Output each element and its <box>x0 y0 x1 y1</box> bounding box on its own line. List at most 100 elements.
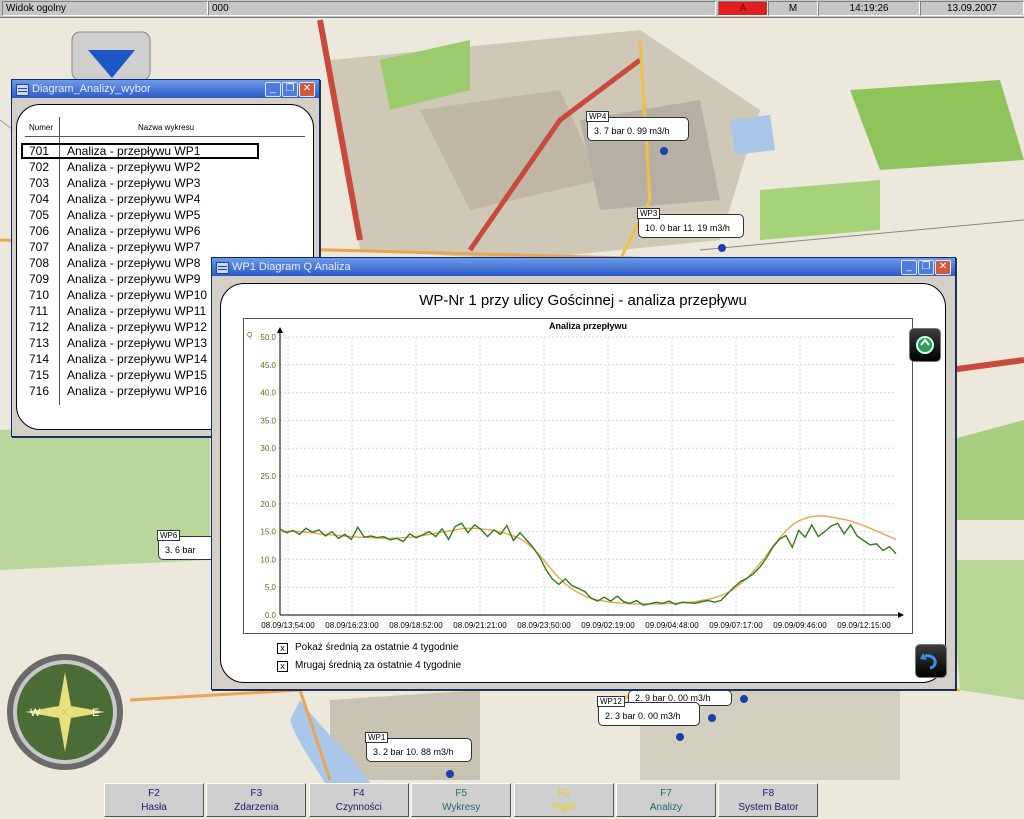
function-key-label: Hasła <box>141 802 167 813</box>
alarm-indicator[interactable]: A <box>718 1 768 16</box>
map-label-values: 2. 3 bar 0. 00 m3/h <box>605 711 681 721</box>
checkbox-show-average[interactable]: x Pokaż średnią za ostatnie 4 tygodnie <box>277 642 458 654</box>
window-titlebar[interactable]: WP1 Diagram Q Analiza _ ❐ ✕ <box>212 258 955 276</box>
map-label-values: 10. 0 bar 11. 19 m3/h <box>645 223 730 233</box>
map-label-wp1[interactable]: WP1 3. 2 bar 10. 88 m3/h <box>365 732 472 762</box>
list-item-number: 703 <box>29 176 50 190</box>
function-key-f7[interactable]: F7 Analizy <box>616 783 716 817</box>
minimize-icon[interactable]: _ <box>265 82 281 97</box>
restore-icon[interactable]: ❐ <box>282 82 298 97</box>
close-icon[interactable]: ✕ <box>299 82 315 97</box>
y-tick-label: 50.0 <box>260 333 276 342</box>
list-item-name: Analiza - przepływu WP2 <box>67 160 201 174</box>
window-icon <box>216 262 229 274</box>
list-item-name: Analiza - przepływu WP6 <box>67 224 201 238</box>
function-key-code: F4 <box>352 788 365 799</box>
list-item[interactable]: 702 Analiza - przepływu WP2 <box>29 159 200 175</box>
list-item[interactable]: 715 Analiza - przepływu WP15 <box>29 367 207 383</box>
list-item-name: Analiza - przepływu WP10 <box>67 288 208 302</box>
function-key-code: F3 <box>250 788 263 799</box>
map-pin-wp1[interactable] <box>446 770 454 778</box>
list-item-number: 704 <box>29 192 50 206</box>
map-label-name: WP3 <box>637 208 661 219</box>
chart-title: Analiza przepływu <box>549 321 627 331</box>
top-status-bar: Widok ogolny 000 A M 14:19:26 13.09.2007 <box>0 0 1024 18</box>
function-key-f2[interactable]: F2 Hasła <box>104 783 204 817</box>
list-item[interactable]: 706 Analiza - przepływu WP6 <box>29 223 200 239</box>
list-item[interactable]: 716 Analiza - przepływu WP16 <box>29 383 207 399</box>
x-tick-label: 08.09/16:23:00 <box>325 621 379 630</box>
x-tick-label: 09.09/09:46:00 <box>773 621 827 630</box>
map-pin-wp4[interactable] <box>660 147 668 155</box>
map-label-values: 3. 7 bar 0. 99 m3/h <box>594 126 670 136</box>
x-tick-label: 09.09/12:15:00 <box>837 621 891 630</box>
minimize-icon[interactable]: _ <box>901 260 917 275</box>
list-item[interactable]: 703 Analiza - przepływu WP3 <box>29 175 200 191</box>
restore-icon[interactable]: ❐ <box>918 260 934 275</box>
list-item[interactable]: 707 Analiza - przepływu WP7 <box>29 239 200 255</box>
y-axis-arrow <box>277 327 283 333</box>
list-item[interactable]: 713 Analiza - przepływu WP13 <box>29 335 207 351</box>
map-pin-wp12-secondary[interactable] <box>676 733 684 741</box>
y-tick-label: 45.0 <box>260 361 276 370</box>
refresh-icon <box>916 336 934 354</box>
refresh-button[interactable] <box>909 328 941 362</box>
list-item-name: Analiza - przepływu WP14 <box>67 352 208 366</box>
map-label-wp3[interactable]: WP3 10. 0 bar 11. 19 m3/h <box>637 208 744 238</box>
function-key-f8[interactable]: F8 System Bator <box>718 783 819 817</box>
header-divider <box>25 136 305 137</box>
y-tick-label: 10.0 <box>260 555 276 564</box>
function-key-label: Zdarzenia <box>234 802 279 813</box>
list-item[interactable]: 712 Analiza - przepływu WP12 <box>29 319 207 335</box>
function-key-f6[interactable]: F6 Pigfrl <box>513 783 614 817</box>
list-item-name: Analiza - przepływu WP8 <box>67 256 201 270</box>
list-item[interactable]: 714 Analiza - przepływu WP14 <box>29 351 207 367</box>
x-tick-label: 09.09/07:17:00 <box>709 621 763 630</box>
list-item[interactable]: 711 Analiza - przepływu WP11 <box>29 303 206 319</box>
function-key-label: Analizy <box>649 802 683 813</box>
list-item[interactable]: 710 Analiza - przepływu WP10 <box>29 287 207 303</box>
window-titlebar[interactable]: Diagram_Analizy_wybor _ ❐ ✕ <box>12 80 319 98</box>
map-label-wp4[interactable]: WP4 3. 7 bar 0. 99 m3/h <box>586 111 689 141</box>
list-item[interactable]: 705 Analiza - przepływu WP5 <box>29 207 200 223</box>
diagram-q-window[interactable]: WP1 Diagram Q Analiza _ ❐ ✕ WP-Nr 1 przy… <box>211 257 956 690</box>
map-label-wp12[interactable]: WP12 2. 3 bar 0. 00 m3/h <box>597 696 700 726</box>
x-axis-arrow <box>898 612 904 618</box>
svg-text:E: E <box>92 707 99 719</box>
map-label-name: WP12 <box>597 696 625 707</box>
list-item-name: Analiza - przepływu WP15 <box>67 368 208 382</box>
list-item[interactable]: 709 Analiza - przepływu WP9 <box>29 271 200 287</box>
flow-line-chart: Analiza przepływu Q 0.0 5.0 10.0 15.0 20.0 25.0… <box>247 321 904 630</box>
checkbox-blink-average[interactable]: x Mrugaj średnią za ostatnie 4 tygodnie <box>277 660 461 672</box>
function-key-f5[interactable]: F5 Wykresy <box>411 783 512 817</box>
column-header-name: Nazwa wykresu <box>138 123 195 132</box>
y-tick-label: 0.0 <box>265 611 277 620</box>
checkbox-label: Mrugaj średnią za ostatnie 4 tygodnie <box>295 660 462 671</box>
map-label-name: WP1 <box>365 732 389 743</box>
checkbox-box[interactable]: x <box>277 661 288 672</box>
list-item[interactable]: 708 Analiza - przepływu WP8 <box>29 255 200 271</box>
mode-indicator: M <box>768 1 818 16</box>
y-tick-label: 20.0 <box>260 500 276 509</box>
y-tick-label: 40.0 <box>260 389 276 398</box>
series-line-current <box>279 522 897 606</box>
map-pin-wp12[interactable] <box>708 714 716 722</box>
list-item-number: 713 <box>29 336 50 350</box>
map-pin-wp12b[interactable] <box>740 695 748 703</box>
list-item[interactable]: 704 Analiza - przepływu WP4 <box>29 191 200 207</box>
checkbox-box[interactable]: x <box>277 643 288 654</box>
list-item-number: 714 <box>29 352 50 366</box>
back-button[interactable] <box>915 644 947 678</box>
close-icon[interactable]: ✕ <box>935 260 951 275</box>
x-tick-label: 08.09/21:21:00 <box>453 621 507 630</box>
map-pin-wp3[interactable] <box>718 244 726 252</box>
function-key-f3[interactable]: F3 Zdarzenia <box>206 783 307 817</box>
y-tick-label: 35.0 <box>260 416 276 425</box>
list-item-name: Analiza - przepływu WP11 <box>67 304 207 318</box>
x-tick-label: 08.09/13:54:00 <box>261 621 315 630</box>
function-key-f4[interactable]: F4 Czynności <box>308 783 409 817</box>
checkbox-label: Pokaż średnią za ostatnie 4 tygodnie <box>295 642 459 653</box>
series-line-average <box>280 515 897 605</box>
y-axis-label: Q <box>247 332 253 339</box>
x-tick-label: 08.09/23:50:00 <box>517 621 571 630</box>
